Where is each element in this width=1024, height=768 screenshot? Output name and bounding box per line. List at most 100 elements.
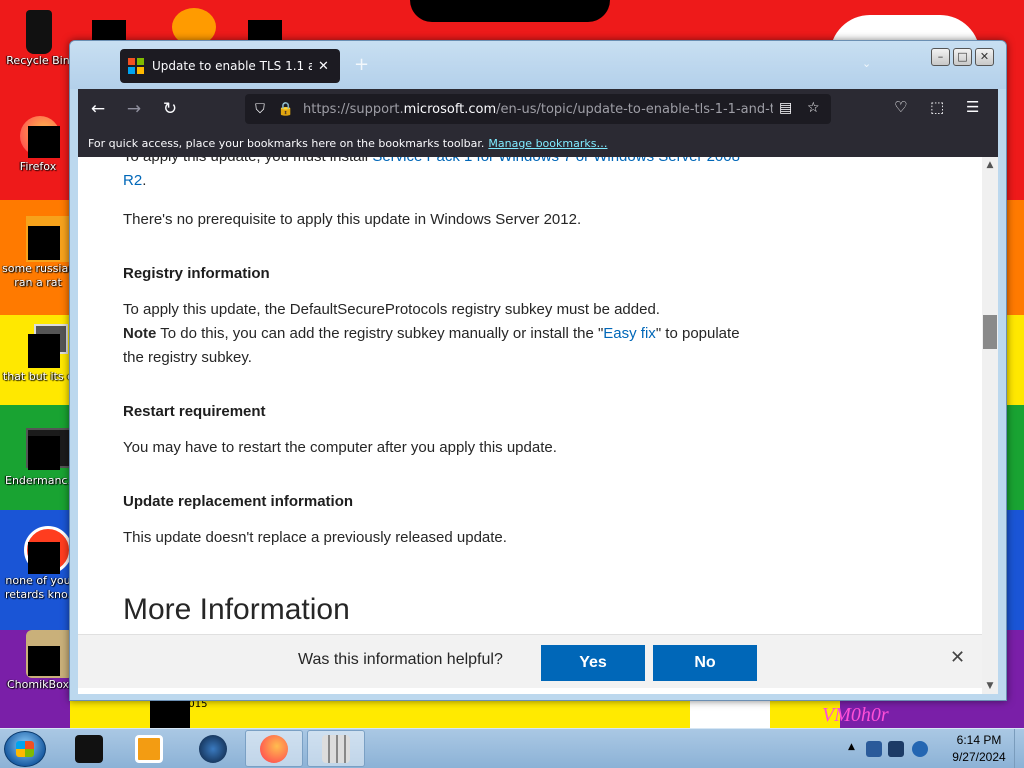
- desktop-icon-firefox[interactable]: Firefox: [2, 112, 74, 174]
- intro-suffix: .: [142, 172, 147, 189]
- taskbar-app-5[interactable]: [307, 730, 365, 767]
- microsoft-logo-icon: [128, 58, 144, 74]
- title-bar: Update to enable TLS 1.1 and TLS 1.2 ✕ +…: [70, 41, 1006, 89]
- close-icon[interactable]: ✕: [950, 647, 965, 668]
- terminal-icon: [14, 426, 74, 474]
- desktop-icon-chomikbox[interactable]: ChomikBox: [2, 630, 74, 692]
- desktop-icon-label: some russian: [2, 262, 74, 275]
- wallpaper-text: VM0h0r: [822, 704, 889, 726]
- chomikbox-icon: [14, 630, 74, 678]
- note-text: To do this, you can add the registry sub…: [156, 325, 604, 342]
- chevron-down-icon[interactable]: ⌄: [862, 57, 871, 70]
- navigation-toolbar: ← → ↻ ⛉ 🔒 https://support.microsoft.com/…: [78, 89, 998, 129]
- desktop-icon-label: Endermanc.: [5, 474, 71, 487]
- show-desktop-button[interactable]: [1014, 729, 1024, 768]
- bookmarks-toolbar: For quick access, place your bookmarks h…: [78, 129, 998, 157]
- taskbar: ▲ 6:14 PM 9/27/2024: [0, 728, 1024, 768]
- scroll-down-arrow-icon[interactable]: ▼: [982, 678, 998, 694]
- globe-icon: [199, 734, 227, 763]
- desktop-icon-label: Recycle Bin: [6, 54, 70, 67]
- more-information-heading: More Information: [123, 593, 350, 626]
- restart-paragraph: You may have to restart the computer aft…: [123, 439, 557, 456]
- start-button[interactable]: [4, 731, 46, 767]
- desktop-icon-recycle-bin[interactable]: Recycle Bin: [2, 6, 74, 68]
- scrollbar-thumb[interactable]: [983, 315, 997, 349]
- restart-heading: Restart requirement: [123, 403, 266, 420]
- taskbar-app-3[interactable]: [184, 730, 242, 767]
- desktop-icon-none-of-you[interactable]: none of you retards kno.: [2, 526, 74, 602]
- firefox-window: Update to enable TLS 1.1 and TLS 1.2 ✕ +…: [69, 40, 1007, 701]
- bookmarks-hint: For quick access, place your bookmarks h…: [88, 136, 485, 150]
- arrow-left-icon: ←: [90, 99, 106, 119]
- url-path: /en-us/topic/update-to-enable-tls-1-1-an…: [496, 101, 773, 117]
- recycle-bin-icon: [14, 6, 62, 54]
- clock-time: 6:14 PM: [956, 733, 1002, 747]
- close-window-button[interactable]: ✕: [975, 48, 994, 66]
- feedback-no-button[interactable]: No: [653, 645, 757, 681]
- app-box-icon: [75, 734, 103, 763]
- tab-active[interactable]: Update to enable TLS 1.1 and TLS 1.2 ✕: [120, 49, 340, 83]
- no-prereq-paragraph: There's no prerequisite to apply this up…: [123, 211, 582, 228]
- url-prefix: https://support.: [303, 101, 404, 117]
- new-tab-button[interactable]: +: [354, 54, 369, 75]
- desktop-icon-label: that but its c: [2, 370, 74, 383]
- desktop-icon-label: ran a rat: [14, 276, 62, 289]
- chevron-up-icon[interactable]: ▲: [848, 742, 855, 752]
- volume-icon[interactable]: [912, 741, 928, 757]
- media-player-icon: [135, 734, 163, 763]
- scrollbar[interactable]: ▲ ▼: [982, 157, 998, 694]
- redacted-icon: [92, 20, 126, 42]
- replacement-paragraph: This update doesn't replace a previously…: [123, 529, 507, 546]
- desktop-icon-label: retards kno.: [4, 588, 72, 601]
- feedback-yes-button[interactable]: Yes: [541, 645, 645, 681]
- arrow-right-icon: →: [126, 99, 142, 119]
- article-body: To apply this update, you must install S…: [123, 157, 743, 626]
- back-button[interactable]: ←: [82, 93, 114, 125]
- registry-paragraph: To apply this update, the DefaultSecureP…: [123, 298, 743, 370]
- desktop-icon-that-but-its[interactable]: that but its c: [2, 322, 74, 384]
- taskbar-firefox[interactable]: [245, 730, 303, 767]
- taskbar-app-1[interactable]: [60, 730, 118, 767]
- close-tab-icon[interactable]: ✕: [318, 59, 329, 74]
- registry-heading: Registry information: [123, 265, 270, 282]
- desktop-icon-label: Firefox: [19, 160, 57, 173]
- scroll-up-arrow-icon[interactable]: ▲: [982, 157, 998, 173]
- easy-fix-link[interactable]: Easy fix: [603, 325, 656, 342]
- redacted-icon: [248, 20, 282, 42]
- address-bar[interactable]: ⛉ 🔒 https://support.microsoft.com/en-us/…: [245, 94, 831, 124]
- clock[interactable]: 6:14 PM 9/27/2024: [942, 732, 1016, 766]
- desktop-icon-label: none of you: [5, 574, 71, 587]
- note-label: Note: [123, 325, 157, 342]
- reader-view-icon[interactable]: ▤: [779, 100, 792, 116]
- maximize-button[interactable]: □: [953, 48, 972, 66]
- app-icon: [14, 526, 72, 574]
- tab-title: Update to enable TLS 1.1 and TLS 1.2: [152, 59, 312, 73]
- reload-button[interactable]: ↻: [154, 93, 186, 125]
- pocket-icon[interactable]: ♡: [894, 98, 907, 116]
- windows-logo-icon: [16, 741, 34, 757]
- manage-bookmarks-link[interactable]: Manage bookmarks…: [488, 137, 607, 150]
- desktop-icon-some-russian[interactable]: some russian ran a rat: [2, 214, 74, 290]
- url-host: microsoft.com: [403, 101, 497, 117]
- firefox-icon: [14, 112, 62, 160]
- minimize-button[interactable]: –: [931, 48, 950, 66]
- windows-stack-icon: [14, 322, 68, 370]
- desktop-icon-endermanc[interactable]: Endermanc.: [2, 426, 74, 488]
- replacement-heading: Update replacement information: [123, 493, 354, 510]
- taskbar-media-player[interactable]: [120, 730, 178, 767]
- bookmark-star-icon[interactable]: ☆: [807, 100, 820, 116]
- intro-paragraph: To apply this update, you must install S…: [123, 157, 743, 193]
- shield-icon[interactable]: [866, 741, 882, 757]
- menu-icon[interactable]: ☰: [966, 98, 979, 116]
- app-icon: [14, 214, 72, 262]
- network-icon[interactable]: [888, 741, 904, 757]
- extensions-icon[interactable]: ⬚: [930, 98, 944, 116]
- forward-button[interactable]: →: [118, 93, 150, 125]
- lock-icon[interactable]: 🔒: [275, 102, 297, 117]
- shield-icon[interactable]: ⛉: [249, 102, 271, 117]
- url-text[interactable]: https://support.microsoft.com/en-us/topi…: [303, 102, 773, 117]
- clock-date: 9/27/2024: [952, 750, 1006, 764]
- reload-icon: ↻: [162, 99, 178, 119]
- feedback-bar: Was this information helpful? Yes No ✕: [78, 634, 982, 688]
- window-grid-icon: [322, 734, 350, 763]
